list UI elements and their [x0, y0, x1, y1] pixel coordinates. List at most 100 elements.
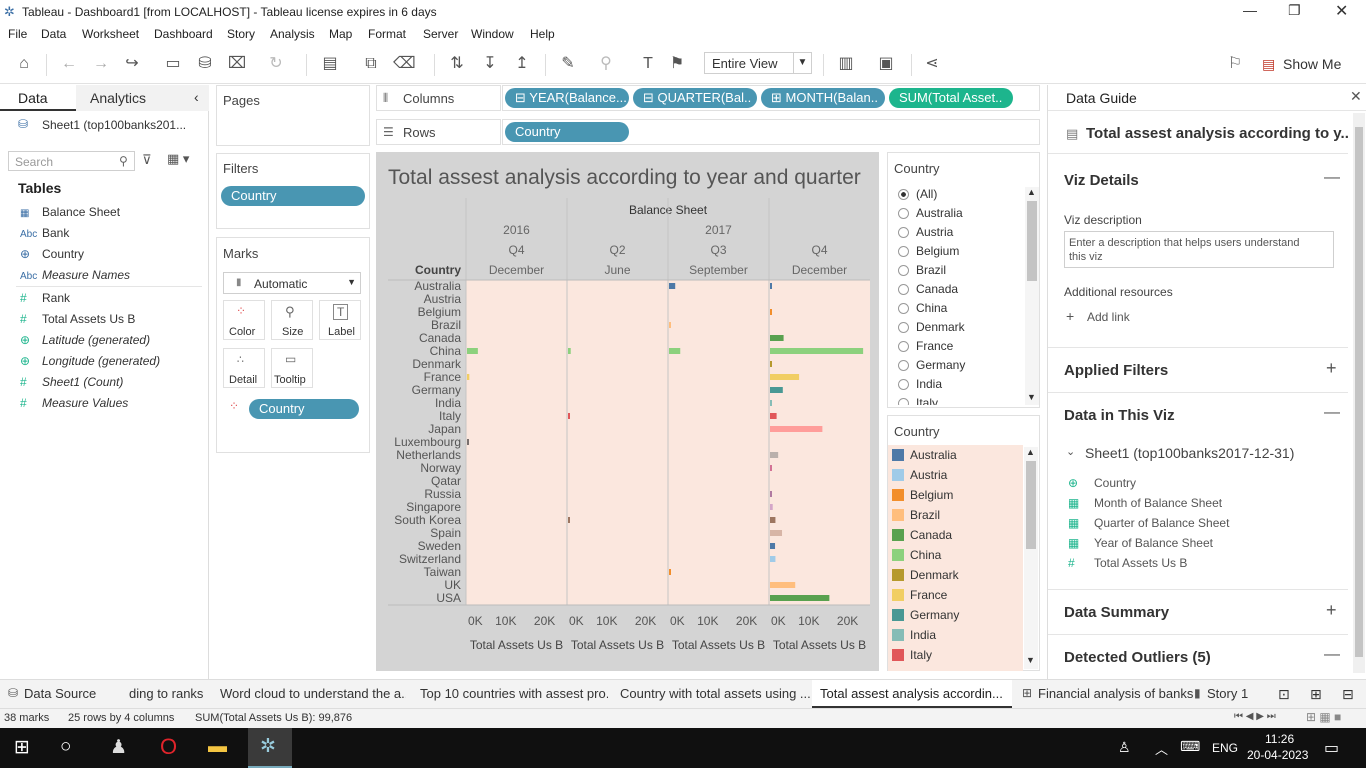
field-balance-sheet[interactable]: ▦ Balance Sheet [20, 205, 120, 219]
pause-updates-icon[interactable]: ⌧ [227, 54, 247, 74]
radio-icon[interactable] [898, 341, 909, 352]
field-measure-values[interactable]: # Measure Values [20, 396, 128, 410]
filters-card[interactable]: Filters Country [216, 153, 370, 229]
filter-option[interactable]: Belgium [890, 242, 1026, 261]
legend-scrollbar[interactable]: ▲ ▼ [1024, 447, 1038, 669]
field-longitude[interactable]: ⊕ Longitude (generated) [20, 354, 160, 368]
scrollbar-thumb[interactable] [1026, 461, 1036, 549]
tab-sheet[interactable]: Country with total assets using ... [620, 686, 810, 701]
bar[interactable] [467, 348, 478, 354]
field-bank[interactable]: Abc Bank [20, 226, 69, 240]
bar[interactable] [669, 348, 681, 354]
viz-description-input[interactable]: Enter a description that helps users und… [1064, 231, 1334, 268]
fit-view-select[interactable]: Entire View ▼ [704, 52, 812, 74]
notification-icon[interactable]: ▭ [1324, 738, 1339, 758]
radio-icon[interactable] [898, 322, 909, 333]
bar[interactable] [770, 517, 776, 523]
tooltip-button[interactable]: ▭ Tooltip [271, 348, 313, 388]
columns-pill-quarter[interactable]: ⊟ QUARTER(Bal.. [633, 88, 757, 108]
filter-option[interactable]: Australia [890, 204, 1026, 223]
data-summary-header[interactable]: Data Summary [1064, 604, 1169, 621]
collapse-icon[interactable]: ‹ [194, 89, 199, 105]
bar[interactable] [770, 491, 772, 497]
legend-item[interactable]: Canada [888, 525, 1023, 545]
applied-filters-header[interactable]: Applied Filters [1064, 362, 1168, 379]
new-dashboard-icon[interactable]: ⊞ [1310, 686, 1322, 703]
field-total-assets[interactable]: # Total Assets Us B [20, 312, 135, 326]
new-worksheet-icon[interactable]: ▤ [320, 54, 340, 74]
columns-pill-total-assets[interactable]: SUM(Total Asset.. [889, 88, 1013, 108]
guide-scrollbar[interactable] [1353, 113, 1365, 673]
sheet-navigation-icons[interactable]: ⏮ ◀ ▶ ⏭ [1234, 711, 1276, 722]
bar[interactable] [770, 504, 773, 510]
viz-details-header[interactable]: Viz Details [1064, 172, 1139, 189]
radio-icon[interactable] [898, 246, 909, 257]
show-me-button[interactable]: Show Me [1283, 56, 1341, 72]
data-in-viz-header[interactable]: Data in This Viz [1064, 407, 1175, 424]
bar-chart[interactable]: Balance Sheet2016 2017CountryQ4December0K… [376, 152, 879, 671]
detected-outliers-header[interactable]: Detected Outliers (5) [1064, 649, 1211, 666]
sort-ascending-icon[interactable]: ↧ [480, 54, 500, 74]
cards-icon[interactable]: ▥ [836, 54, 856, 74]
field-latitude[interactable]: ⊕ Latitude (generated) [20, 333, 150, 347]
home-icon[interactable]: ⌂ [14, 54, 34, 74]
radio-icon[interactable] [898, 227, 909, 238]
menu-map[interactable]: Map [329, 27, 352, 41]
clock-date[interactable]: 20-04-2023 [1247, 748, 1308, 762]
label-button[interactable]: T Label [319, 300, 361, 340]
tab-dashboard[interactable]: Financial analysis of banks [1038, 686, 1193, 701]
new-datasource-icon[interactable]: ⛁ [195, 54, 215, 74]
tab-analytics[interactable]: Analytics ‹ [76, 85, 209, 111]
bar[interactable] [770, 309, 772, 315]
guide-datasource-name[interactable]: Sheet1 (top100banks2017-12-31) [1085, 445, 1294, 461]
bar[interactable] [467, 439, 469, 445]
bar[interactable] [568, 413, 570, 419]
filter-scrollbar[interactable]: ▲ ▼ [1025, 187, 1039, 405]
group-icon[interactable]: ⚲ [596, 54, 616, 74]
bar[interactable] [770, 556, 776, 562]
tab-story[interactable]: Story 1 [1207, 686, 1248, 701]
radio-icon[interactable] [898, 265, 909, 276]
menu-format[interactable]: Format [368, 27, 406, 41]
pages-card[interactable]: Pages [216, 85, 370, 146]
tab-sheet[interactable]: ding to ranks [129, 686, 205, 701]
plus-icon[interactable]: + [1066, 308, 1074, 324]
view-options-icon[interactable]: ▦ ▾ [167, 151, 189, 167]
undo-icon[interactable]: ← [59, 54, 79, 74]
filter-option[interactable]: Brazil [890, 261, 1026, 280]
menu-analysis[interactable]: Analysis [270, 27, 315, 41]
language-indicator[interactable]: ENG [1212, 741, 1238, 755]
bar[interactable] [770, 452, 779, 458]
chevron-down-icon[interactable]: ⌄ [1066, 445, 1075, 458]
file-explorer-icon[interactable]: ▬ [208, 736, 227, 758]
share-icon[interactable]: ⋖ [922, 54, 942, 74]
tab-sheet[interactable]: Top 10 countries with assest pro... [420, 686, 608, 701]
view-toggle-icons[interactable]: ⊞ ▦ ■ [1306, 710, 1341, 724]
legend-item[interactable]: China [888, 545, 1023, 565]
penguin-app-icon[interactable]: ♟ [110, 736, 127, 759]
tableau-taskbar-icon[interactable]: ✲ [248, 728, 292, 768]
search-input[interactable]: Search ⚲ [8, 151, 135, 171]
bar[interactable] [770, 582, 796, 588]
detail-button[interactable]: ∴ Detail [223, 348, 265, 388]
field-country[interactable]: ⊕ Country [20, 247, 84, 261]
refresh-icon[interactable]: ↻ [266, 54, 286, 74]
close-icon[interactable]: ✕ [1350, 88, 1362, 105]
legend-item[interactable]: Belgium [888, 485, 1023, 505]
filter-option[interactable]: (All) [890, 185, 1026, 204]
filter-option[interactable]: Italy [890, 394, 1026, 405]
filter-option[interactable]: India [890, 375, 1026, 394]
bar[interactable] [568, 348, 571, 354]
new-worksheet-icon[interactable]: ⊡ [1278, 686, 1290, 703]
size-button[interactable]: ⚲ Size [271, 300, 313, 340]
menu-file[interactable]: File [8, 27, 27, 41]
labels-icon[interactable]: T [638, 54, 658, 74]
radio-icon[interactable] [898, 360, 909, 371]
bar[interactable] [770, 543, 776, 549]
legend-item[interactable]: Austria [888, 465, 1023, 485]
tab-active-sheet[interactable]: Total assest analysis accordin... [812, 680, 1012, 709]
color-button[interactable]: ⁘ Color [223, 300, 265, 340]
radio-icon[interactable] [898, 303, 909, 314]
menu-window[interactable]: Window [471, 27, 514, 41]
people-icon[interactable]: ♙ [1118, 739, 1131, 756]
